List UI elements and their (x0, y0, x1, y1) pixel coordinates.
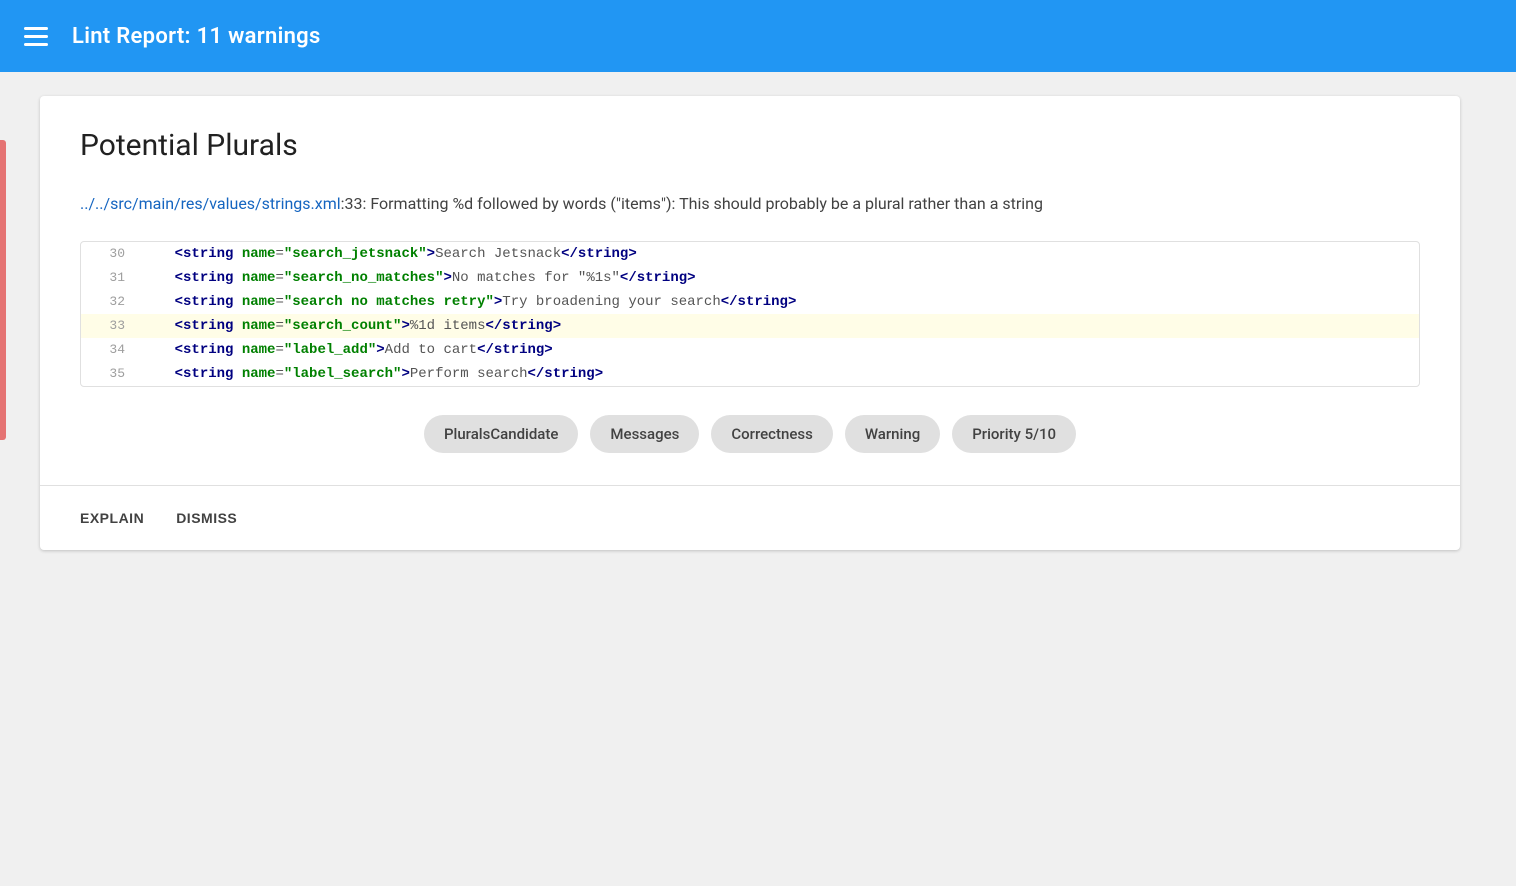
menu-button[interactable] (24, 27, 48, 46)
card-title: Potential Plurals (80, 128, 1420, 163)
hamburger-line-3 (24, 43, 48, 46)
tag-warning[interactable]: Warning (845, 415, 940, 453)
code-line-35: 35 <string name="label_search">Perform s… (81, 362, 1419, 386)
code-block: 30 <string name="search_jetsnack">Search… (80, 241, 1420, 387)
code-content-32: <string name="search no matches retry">T… (141, 294, 796, 310)
dismiss-button[interactable]: DISMISS (176, 506, 237, 530)
hamburger-line-1 (24, 27, 48, 30)
code-content-33: <string name="search_count">%1d items</s… (141, 318, 561, 334)
code-line-30: 30 <string name="search_jetsnack">Search… (81, 242, 1419, 266)
code-content-35: <string name="label_search">Perform sear… (141, 366, 603, 382)
line-number-30: 30 (81, 246, 141, 261)
tag-plurals-candidate[interactable]: PluralsCandidate (424, 415, 578, 453)
tags-row: PluralsCandidate Messages Correctness Wa… (80, 415, 1420, 453)
hamburger-line-2 (24, 35, 48, 38)
description-text: :33: Formatting %d followed by words ("i… (341, 194, 1043, 213)
line-number-31: 31 (81, 270, 141, 285)
code-content-30: <string name="search_jetsnack">Search Je… (141, 246, 637, 262)
code-line-34: 34 <string name="label_add">Add to cart<… (81, 338, 1419, 362)
line-number-33: 33 (81, 318, 141, 333)
code-line-32: 32 <string name="search no matches retry… (81, 290, 1419, 314)
file-link[interactable]: ../../src/main/res/values/strings.xml (80, 194, 341, 213)
left-accent-bar (0, 140, 6, 440)
code-line-33: 33 <string name="search_count">%1d items… (81, 314, 1419, 338)
card-footer: EXPLAIN DISMISS (80, 486, 1420, 550)
line-number-34: 34 (81, 342, 141, 357)
content-area: Potential Plurals ../../src/main/res/val… (0, 72, 1516, 886)
line-number-35: 35 (81, 366, 141, 381)
explain-button[interactable]: EXPLAIN (80, 506, 144, 530)
tag-messages[interactable]: Messages (590, 415, 699, 453)
lint-card: Potential Plurals ../../src/main/res/val… (40, 96, 1460, 550)
code-content-34: <string name="label_add">Add to cart</st… (141, 342, 553, 358)
line-number-32: 32 (81, 294, 141, 309)
code-line-31: 31 <string name="search_no_matches">No m… (81, 266, 1419, 290)
app-header: Lint Report: 11 warnings (0, 0, 1516, 72)
code-content-31: <string name="search_no_matches">No matc… (141, 270, 696, 286)
tag-priority[interactable]: Priority 5/10 (952, 415, 1076, 453)
page-title: Lint Report: 11 warnings (72, 24, 321, 49)
tag-correctness[interactable]: Correctness (711, 415, 832, 453)
card-description: ../../src/main/res/values/strings.xml:33… (80, 191, 1420, 217)
